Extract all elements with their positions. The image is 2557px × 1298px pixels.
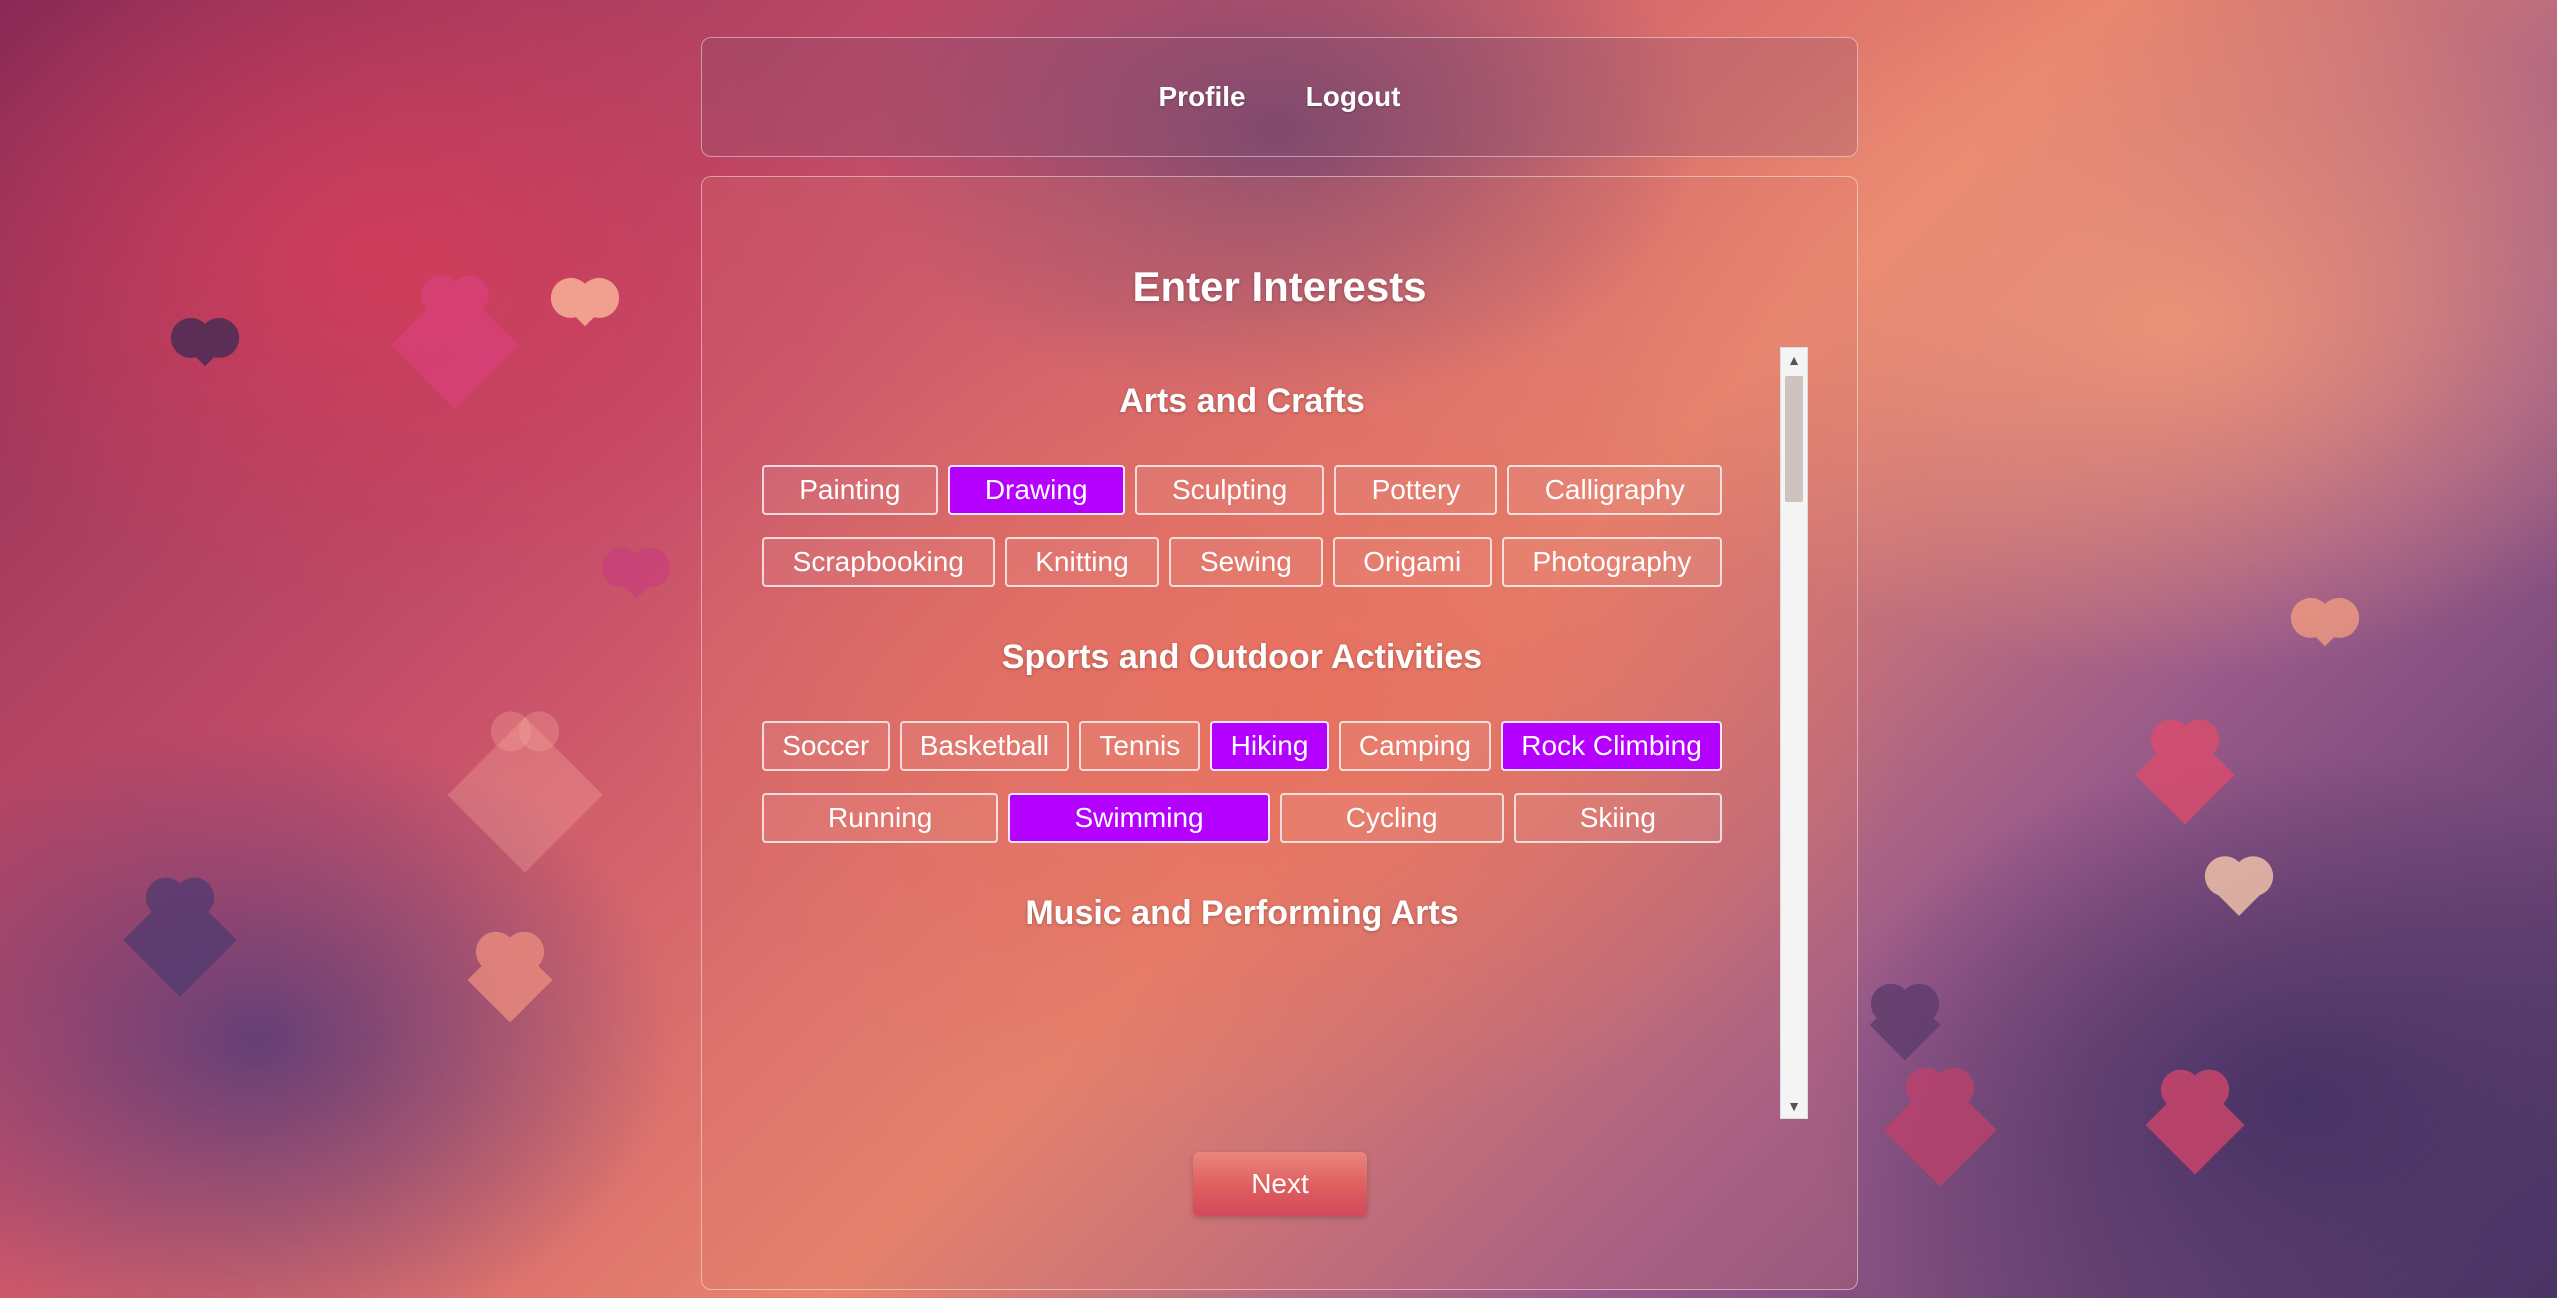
scroll-down-arrow-icon[interactable]: ▼ [1781, 1094, 1807, 1118]
interest-chip[interactable]: Painting [762, 465, 938, 515]
vertical-scrollbar[interactable]: ▲ ▼ [1780, 347, 1808, 1119]
heart-decoration-icon [447, 717, 603, 873]
heart-decoration-icon [1883, 1073, 1997, 1187]
interest-chip[interactable]: Skiing [1513, 793, 1722, 843]
interest-chip[interactable]: Origami [1332, 537, 1492, 587]
heart-decoration-icon [563, 283, 607, 327]
logout-link[interactable]: Logout [1306, 81, 1401, 113]
profile-link[interactable]: Profile [1159, 81, 1246, 113]
heart-decoration-icon [123, 883, 237, 997]
interest-category: Sports and Outdoor Activities Soccer Baske… [762, 627, 1722, 843]
chip-row: Soccer Basketball Tennis Hiking Camping Rock … [762, 721, 1722, 771]
heart-decoration-icon [613, 553, 659, 599]
interest-chip[interactable]: Sewing [1169, 537, 1323, 587]
heart-decoration-icon [467, 937, 553, 1023]
interest-chip[interactable]: Running [762, 793, 999, 843]
heart-decoration-icon [391, 281, 519, 409]
interest-chip[interactable]: Cycling [1279, 793, 1504, 843]
scroll-up-arrow-icon[interactable]: ▲ [1781, 348, 1807, 372]
category-title: Music and Performing Arts [1025, 894, 1459, 932]
next-button[interactable]: Next [1193, 1152, 1367, 1216]
page-title: Enter Interests [1132, 263, 1427, 310]
heart-decoration-icon [1869, 989, 1941, 1061]
interest-chip[interactable]: Rock Climbing [1501, 721, 1722, 771]
heart-decoration-icon [2145, 1075, 2245, 1175]
category-title: Sports and Outdoor Activities [1001, 638, 1483, 676]
interest-chip[interactable]: Camping [1338, 721, 1492, 771]
interest-chip[interactable]: Sculpting [1134, 465, 1325, 515]
interest-chip[interactable]: Photography [1501, 537, 1722, 587]
interest-category: Arts and Crafts Painting Drawing Sculpting P… [762, 371, 1722, 587]
heart-decoration-icon [2135, 725, 2235, 825]
interest-chip[interactable]: Scrapbooking [762, 537, 995, 587]
heart-decoration-icon [2212, 862, 2266, 916]
heart-decoration-icon [183, 323, 227, 367]
interest-chip[interactable]: Pottery [1334, 465, 1498, 515]
heart-decoration-icon [2303, 603, 2347, 647]
interest-chip[interactable]: Hiking [1210, 721, 1329, 771]
interest-category: Music and Performing Arts [762, 883, 1722, 943]
interests-scroll-area[interactable]: Arts and Crafts Painting Drawing Sculpting P… [762, 347, 1722, 1119]
chip-row: Painting Drawing Sculpting Pottery Calligrap… [762, 465, 1722, 515]
interest-chip[interactable]: Basketball [899, 721, 1070, 771]
interest-chip[interactable]: Calligraphy [1507, 465, 1722, 515]
interest-chip[interactable]: Soccer [762, 721, 890, 771]
interest-chip[interactable]: Swimming [1008, 793, 1270, 843]
scrollbar-thumb[interactable] [1785, 376, 1803, 502]
chip-row: Running Swimming Cycling Skiing [762, 793, 1722, 843]
interests-panel: Enter Interests Arts and Crafts Painting D… [701, 176, 1858, 1290]
category-title: Arts and Crafts [1119, 382, 1365, 420]
interest-chip[interactable]: Drawing [947, 465, 1125, 515]
interest-chip[interactable]: Tennis [1079, 721, 1201, 771]
interest-chip[interactable]: Knitting [1004, 537, 1160, 587]
top-nav: Profile Logout [701, 37, 1858, 157]
chip-row: Scrapbooking Knitting Sewing Origami Photogr… [762, 537, 1722, 587]
